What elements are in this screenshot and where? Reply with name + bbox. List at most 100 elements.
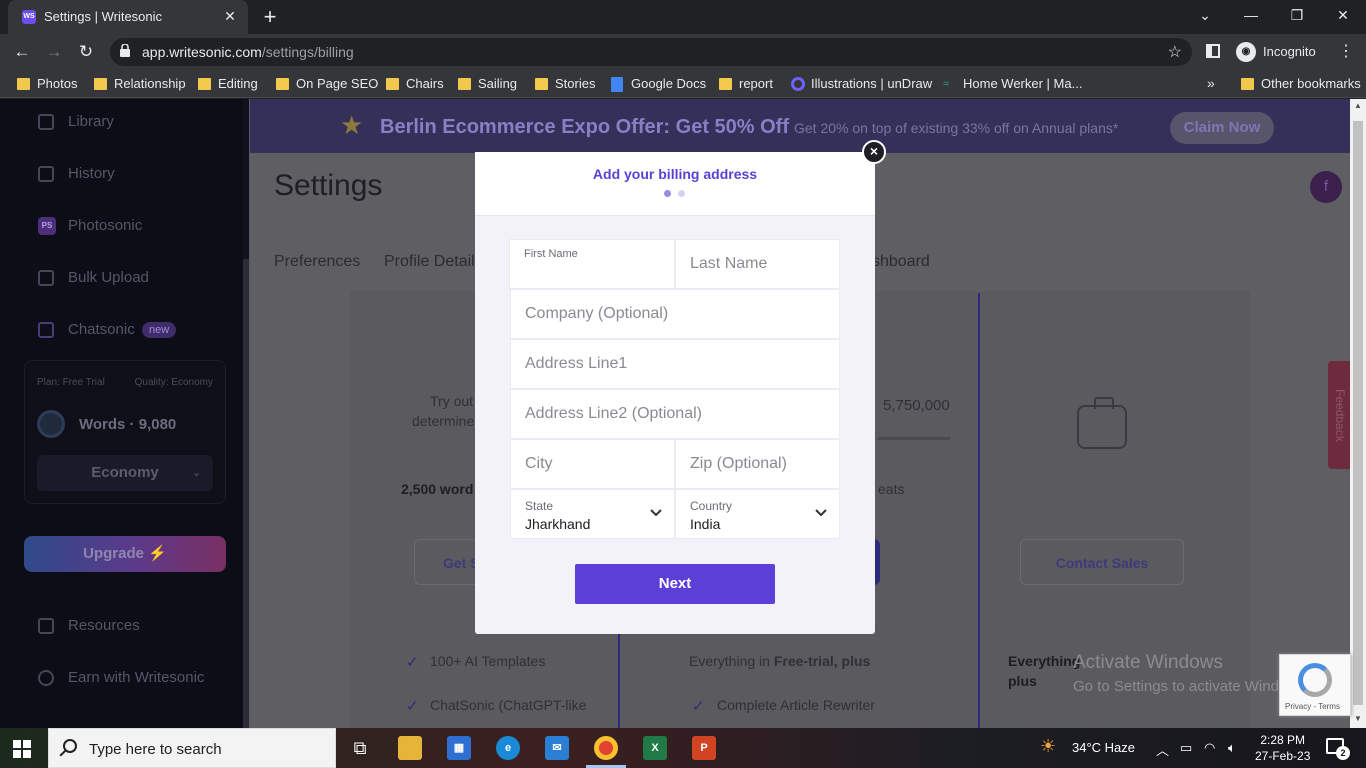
bookmark-label: Google Docs [631, 76, 707, 91]
address-line1-field[interactable]: Address Line1 [510, 339, 840, 389]
sidebar-item-bulk-upload[interactable]: Bulk Upload [38, 266, 149, 290]
back-button[interactable]: ← [10, 40, 34, 64]
powerpoint-icon[interactable]: P [692, 736, 716, 760]
address-line2-field[interactable]: Address Line2 (Optional) [510, 389, 840, 439]
bookmark-chairs[interactable]: Chairs [386, 75, 444, 93]
side-panel-icon[interactable] [1206, 44, 1220, 58]
weather-text[interactable]: 34°C Haze [1072, 740, 1135, 755]
bookmark-editing[interactable]: Editing [198, 75, 258, 93]
sidebar-item-photosonic[interactable]: PS Photosonic [38, 214, 142, 238]
billing-address-modal: Add your billing address First Name Last… [475, 152, 875, 634]
system-clock[interactable]: 2:28 PM 27-Feb-23 [1255, 732, 1310, 764]
tab-close-icon[interactable]: ✕ [220, 6, 240, 26]
upgrade-button[interactable]: Upgrade ⚡ [24, 536, 226, 572]
quality-select[interactable]: Economy ⌄ [37, 455, 213, 491]
restore-button[interactable]: ❐ [1274, 0, 1320, 30]
page-scrollbar-thumb[interactable] [1353, 121, 1363, 705]
bookmark-label: Sailing [478, 76, 518, 91]
sidebar-item-label: Bulk Upload [68, 269, 149, 286]
forward-button[interactable]: → [42, 40, 66, 64]
taskbar-search-box[interactable]: Type here to search [48, 728, 336, 768]
sidebar-item-library[interactable]: Library [38, 110, 114, 134]
sidebar-item-resources[interactable]: Resources [38, 614, 140, 638]
word-slider-track[interactable] [878, 437, 950, 440]
sidebar-item-earn[interactable]: Earn with Writesonic [38, 666, 204, 690]
microsoft-store-icon[interactable]: ▦ [447, 736, 471, 760]
folder-icon [1241, 78, 1254, 90]
card-free-words: 2,500 word [401, 481, 474, 497]
last-name-field[interactable]: Last Name [675, 239, 840, 289]
recaptcha-badge[interactable]: Privacy - Terms [1279, 654, 1351, 716]
claim-now-button[interactable]: Claim Now [1170, 112, 1274, 144]
bookmark-relationship[interactable]: Relationship [94, 75, 186, 93]
sidebar-item-history[interactable]: History [38, 162, 115, 186]
country-select[interactable]: Country India [675, 489, 840, 539]
folder-icon [17, 78, 30, 90]
tab-profile-detail[interactable]: Profile Detail [384, 253, 475, 271]
bookmark-on-page-seo[interactable]: On Page SEO [276, 75, 378, 93]
card-word-count: 5,750,000 [883, 397, 950, 414]
scroll-up-icon[interactable]: ▲ [1350, 99, 1366, 113]
feedback-tab[interactable]: Feedback [1328, 361, 1352, 469]
bookmarks-overflow-button[interactable]: » [1207, 75, 1215, 91]
sidebar-scrollbar[interactable] [243, 99, 249, 728]
bookmark-home-werker[interactable]: ≈ Home Werker | Ma... [943, 75, 1082, 93]
avatar[interactable]: f [1310, 171, 1342, 203]
bookmark-report[interactable]: report [719, 75, 773, 93]
reload-button[interactable]: ↻ [74, 40, 98, 64]
file-explorer-icon[interactable] [398, 736, 422, 760]
chrome-icon[interactable] [594, 736, 618, 760]
task-view-icon[interactable]: ⧉ [348, 736, 372, 760]
battery-icon[interactable]: ▭ [1180, 740, 1192, 756]
lock-icon[interactable] [120, 44, 130, 57]
tab-dashboard[interactable]: shboard [872, 253, 930, 271]
bookmark-label: Editing [218, 76, 258, 91]
wifi-icon[interactable]: ◠ [1204, 740, 1215, 756]
bookmark-star-icon[interactable]: ☆ [1168, 42, 1182, 62]
modal-close-icon[interactable]: × [862, 140, 886, 164]
bookmark-icon [38, 166, 54, 182]
browser-menu-icon[interactable]: ⋮ [1338, 40, 1354, 64]
first-name-field[interactable]: First Name [509, 239, 675, 289]
browser-tab[interactable]: WS Settings | Writesonic ✕ [8, 0, 248, 34]
next-button[interactable]: Next [575, 564, 775, 604]
zip-field[interactable]: Zip (Optional) [675, 439, 840, 489]
folder-icon [94, 78, 107, 90]
country-label: Country [690, 499, 733, 513]
sidebar-item-label: Photosonic [68, 217, 143, 234]
folder-icon [198, 78, 211, 90]
company-field[interactable]: Company (Optional) [510, 289, 840, 339]
minimize-button[interactable]: — [1228, 0, 1274, 30]
bookmark-undraw[interactable]: Illustrations | unDraw [791, 75, 932, 93]
windows-start-icon[interactable] [13, 740, 31, 758]
incognito-indicator[interactable]: ◉ Incognito [1233, 40, 1326, 64]
new-tab-button[interactable]: + [258, 5, 282, 29]
contact-sales-button[interactable]: Contact Sales [1020, 539, 1184, 585]
edge-browser-icon[interactable]: e [496, 736, 520, 760]
page-scrollbar[interactable]: ▲ ▼ [1350, 99, 1366, 728]
bookmark-google-docs[interactable]: Google Docs [611, 75, 706, 93]
address-bar[interactable]: app.writesonic.com/settings/billing ☆ [110, 38, 1192, 66]
notification-center-icon[interactable]: 2 [1326, 738, 1350, 760]
city-field[interactable]: City [510, 439, 675, 489]
state-select[interactable]: State Jharkhand [510, 489, 675, 539]
sidebar-item-chatsonic[interactable]: Chatsonic new [38, 318, 228, 342]
window-close-button[interactable]: ✕ [1320, 0, 1366, 30]
card-seats-text: eats [878, 481, 905, 497]
zip-placeholder: Zip (Optional) [690, 455, 787, 472]
bookmark-photos[interactable]: Photos [17, 75, 77, 93]
excel-icon[interactable]: X [643, 736, 667, 760]
volume-icon[interactable]: 🔈︎ [1228, 740, 1236, 756]
bookmark-sailing[interactable]: Sailing [458, 75, 517, 93]
scroll-down-icon[interactable]: ▼ [1350, 712, 1366, 726]
tab-preferences[interactable]: Preferences [274, 253, 360, 271]
mail-icon[interactable]: ✉ [545, 736, 569, 760]
weather-icon[interactable]: ☀ [1040, 736, 1056, 757]
tray-chevron-up-icon[interactable]: ︿ [1156, 740, 1169, 759]
recaptcha-icon [1298, 663, 1332, 697]
bookmark-stories[interactable]: Stories [535, 75, 595, 93]
tab-search-chevron-icon[interactable]: ⌄ [1182, 0, 1228, 30]
recaptcha-terms[interactable]: Privacy - Terms [1285, 702, 1340, 711]
bookmark-other[interactable]: Other bookmarks [1241, 75, 1361, 93]
sidebar-scrollbar-thumb[interactable] [243, 259, 249, 728]
